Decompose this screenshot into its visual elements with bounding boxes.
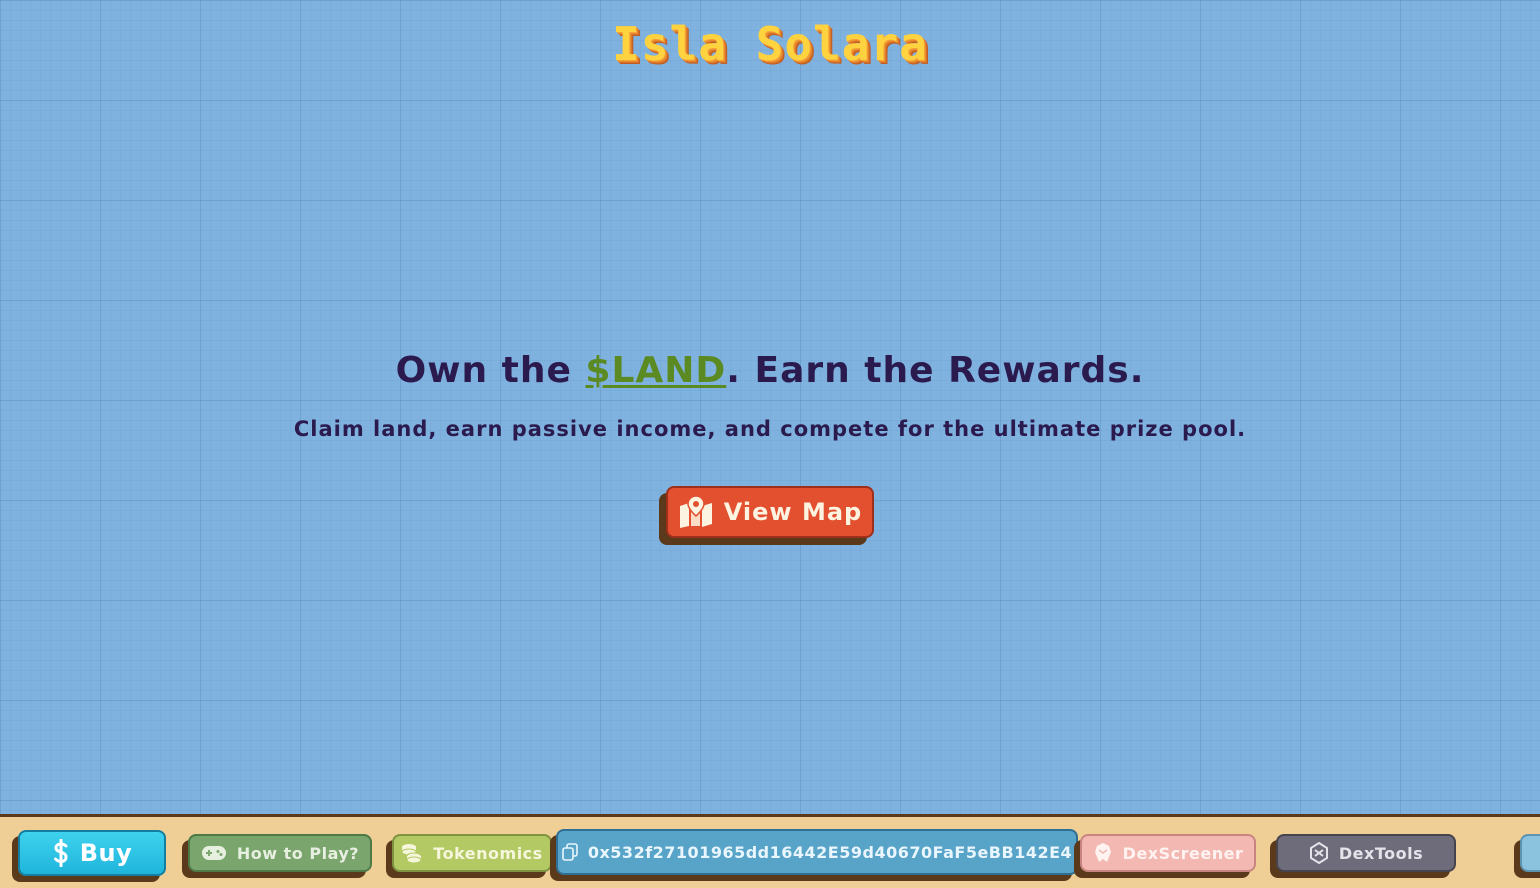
dexscreener-icon <box>1093 842 1113 864</box>
dextools-icon <box>1309 842 1329 864</box>
land-token-link[interactable]: $LAND <box>585 350 726 391</box>
dollar-icon <box>52 839 70 867</box>
telegram-link[interactable] <box>1520 834 1540 872</box>
dexscreener-link[interactable]: DexScreener <box>1080 834 1256 872</box>
view-map-label: View Map <box>723 498 863 526</box>
tokenomics-button[interactable]: Tokenomics <box>392 834 552 872</box>
bottom-nav-bar: Buy How to Play? Tokenomics 0x532f271019… <box>0 814 1540 888</box>
buy-label: Buy <box>79 839 133 867</box>
hero-subtitle: Claim land, earn passive income, and com… <box>293 417 1247 441</box>
tokenomics-label: Tokenomics <box>433 843 543 863</box>
copy-icon <box>562 843 578 861</box>
buy-button[interactable]: Buy <box>18 830 166 876</box>
dextools-link[interactable]: DexTools <box>1276 834 1456 872</box>
hero-title: Own the $LAND. Earn the Rewards. <box>0 344 1540 398</box>
dextools-label: DexTools <box>1338 843 1424 863</box>
contract-address-text: 0x532f27101965dd16442E59d40670FaF5eBB142… <box>587 842 1073 862</box>
how-to-play-button[interactable]: How to Play? <box>188 834 372 872</box>
how-to-play-label: How to Play? <box>236 843 360 863</box>
dexscreener-label: DexScreener <box>1122 843 1244 863</box>
hero-title-prefix: Own the <box>395 350 586 391</box>
coins-icon <box>401 842 423 864</box>
site-logo[interactable]: Isla Solara <box>0 14 1540 74</box>
gamepad-icon <box>201 844 227 862</box>
hero-title-suffix: . Earn the Rewards. <box>726 350 1145 391</box>
contract-address-copy-button[interactable]: 0x532f27101965dd16442E59d40670FaF5eBB142… <box>556 829 1078 875</box>
map-pin-icon <box>678 496 714 528</box>
view-map-button[interactable]: View Map <box>666 486 874 538</box>
